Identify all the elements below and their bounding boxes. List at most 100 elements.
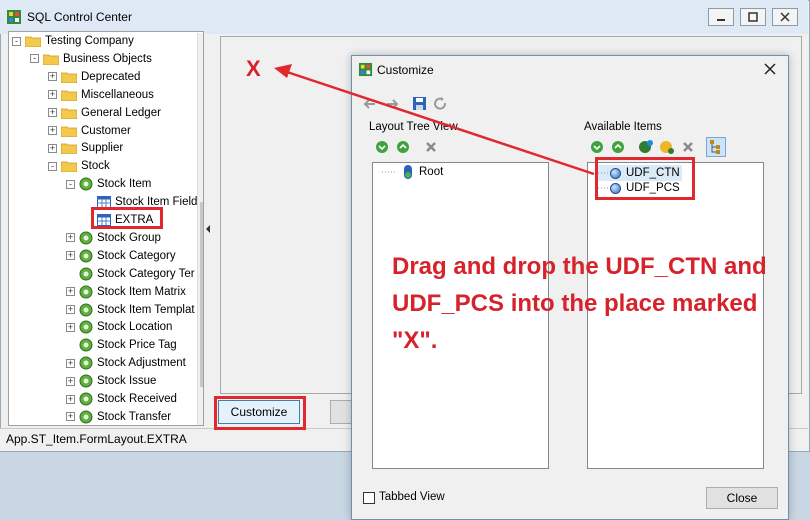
tree-item[interactable]: - Stock (48, 157, 110, 175)
add-group-icon[interactable] (638, 139, 654, 155)
move-down-icon[interactable] (590, 140, 604, 154)
move-up-icon[interactable] (611, 140, 625, 154)
tree-item[interactable]: + General Ledger (48, 104, 161, 122)
close-icon (764, 63, 776, 75)
tree-view-icon[interactable] (706, 137, 726, 157)
save-icon[interactable] (412, 96, 427, 111)
move-down-icon[interactable] (375, 140, 389, 154)
tree-item[interactable]: + Stock Item Matrix (66, 283, 186, 301)
minimize-button[interactable] (708, 8, 734, 26)
tree-item-label: Stock Item Matrix (97, 285, 186, 298)
collapse-icon[interactable]: - (48, 161, 57, 171)
tree-item-label: Stock Item Templat (97, 303, 195, 316)
expand-icon[interactable]: + (48, 108, 57, 118)
collapse-icon[interactable]: - (30, 54, 39, 64)
tree-item-label: Stock Received (97, 393, 177, 405)
tree-item-label: Stock Adjustment (97, 357, 186, 370)
folder-icon (61, 126, 77, 137)
minimize-icon (717, 19, 725, 21)
expand-icon[interactable]: + (66, 394, 75, 404)
tree-item[interactable]: - Testing Company (12, 32, 134, 50)
folder-icon (61, 90, 77, 101)
tree-item[interactable]: + Stock Category (66, 247, 176, 265)
tree-item[interactable]: + Stock Group (66, 229, 161, 247)
delete-icon[interactable] (424, 140, 438, 154)
highlight-extra (91, 207, 163, 229)
tree-item-label: Supplier (81, 142, 124, 155)
expand-icon[interactable]: + (48, 72, 57, 82)
tree-item[interactable]: + Stock Received (66, 390, 177, 408)
dialog-close-button[interactable] (760, 60, 780, 78)
expand-icon[interactable]: + (48, 143, 57, 153)
tree-item[interactable]: + Supplier (48, 139, 123, 157)
add-item-icon[interactable] (659, 139, 675, 155)
dialog-app-icon (358, 62, 373, 77)
refresh-icon[interactable] (433, 96, 448, 111)
collapse-icon[interactable]: - (66, 179, 75, 189)
tree-item[interactable]: + Stock Transfer (66, 408, 172, 425)
move-up-icon[interactable] (396, 140, 410, 154)
expand-icon[interactable]: + (66, 305, 75, 314)
dialog-title: Customize (377, 63, 434, 77)
tree-item-label: Stock Price Tag (97, 339, 177, 352)
tabbed-view-checkbox[interactable] (363, 492, 375, 504)
tree-item-label: Customer (81, 124, 131, 137)
tree-item[interactable]: + Miscellaneous (48, 86, 154, 104)
folder-icon (61, 108, 77, 119)
gear-icon (79, 374, 93, 388)
tree-node-root[interactable]: Root (382, 164, 443, 180)
expand-icon[interactable]: + (66, 251, 75, 261)
redo-icon[interactable] (383, 97, 399, 111)
folder-icon (43, 54, 59, 65)
undo-icon[interactable] (363, 97, 379, 111)
tree-item-label: Stock Transfer (97, 410, 172, 423)
tree-item[interactable]: + Stock Issue (66, 372, 156, 390)
gear-icon (79, 249, 93, 263)
gear-icon (79, 410, 93, 424)
window-title: SQL Control Center (27, 10, 132, 24)
expand-icon[interactable]: + (66, 287, 75, 297)
tree-item-label: Stock Location (97, 321, 173, 334)
root-node-icon (404, 165, 412, 179)
tree-item-label: Stock Item (97, 178, 152, 191)
tree-item[interactable]: + Customer (48, 122, 131, 140)
tree-item-label: Stock Category (97, 249, 176, 262)
collapse-icon[interactable]: - (12, 36, 21, 46)
tree-item[interactable]: + Stock Location (66, 318, 172, 336)
expand-icon[interactable]: + (48, 90, 57, 100)
gear-icon (79, 303, 93, 316)
expand-icon[interactable]: + (66, 322, 75, 332)
gear-icon (79, 267, 93, 281)
gear-icon (79, 356, 93, 370)
tree-item[interactable]: + Stock Item Templat (66, 301, 195, 319)
tree-item[interactable]: + Stock Adjustment (66, 354, 186, 372)
tree-item-label: Miscellaneous (81, 88, 154, 101)
expand-icon[interactable]: + (66, 412, 75, 422)
tree-item-label: Stock (81, 160, 110, 173)
tree-item[interactable]: + Deprecated (48, 68, 140, 86)
splitter-arrow-icon[interactable] (204, 224, 212, 234)
window-close-button[interactable] (772, 8, 798, 26)
gear-icon (79, 320, 93, 334)
expand-icon[interactable]: + (66, 358, 75, 368)
close-button[interactable]: Close (706, 487, 778, 509)
tree-item[interactable]: Stock Category Ter (66, 265, 195, 283)
expand-icon[interactable]: + (66, 233, 75, 243)
tree-item[interactable]: - Stock Item (66, 175, 151, 193)
highlight-available-items (595, 157, 695, 200)
expand-icon[interactable]: + (66, 376, 75, 386)
tree-item[interactable]: Stock Price Tag (66, 336, 177, 354)
gear-icon (79, 392, 93, 406)
instruction-text: Drag and drop the UDF_CTN and UDF_PCS in… (392, 253, 767, 354)
delete-icon[interactable] (681, 140, 695, 154)
maximize-icon (748, 12, 758, 22)
tree-item-label: Stock Group (97, 231, 161, 244)
dotted-connector-icon (382, 171, 396, 173)
expand-icon[interactable]: + (48, 126, 57, 135)
maximize-button[interactable] (740, 8, 766, 26)
folder-icon (61, 72, 77, 83)
tree-item[interactable]: - Business Objects (30, 50, 152, 68)
drop-target-mark: X (246, 56, 261, 81)
tree-item-label: Deprecated (81, 70, 141, 83)
gear-icon (79, 285, 93, 299)
